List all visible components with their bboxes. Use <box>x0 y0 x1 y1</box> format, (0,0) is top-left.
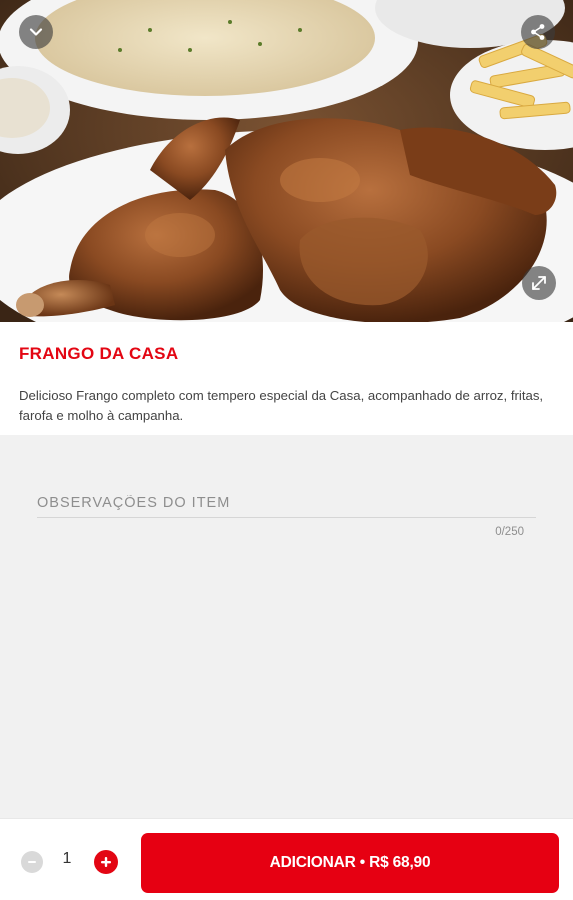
product-description: Delicioso Frango completo com tempero es… <box>19 388 544 423</box>
product-info: FRANGO DA CASA Delicioso Frango completo… <box>0 322 573 435</box>
collapse-button[interactable] <box>19 15 53 49</box>
increase-quantity-button[interactable] <box>94 850 118 874</box>
plus-icon <box>101 857 111 867</box>
observations-section: 0/250 <box>37 488 536 538</box>
quantity-value: 1 <box>62 850 72 867</box>
add-to-cart-bar: 1 ADICIONAR • R$ 68,90 <box>0 818 573 900</box>
product-title: FRANGO DA CASA <box>19 344 179 363</box>
minus-icon <box>28 861 36 863</box>
expand-icon <box>532 276 546 290</box>
chevron-down-icon <box>29 28 43 36</box>
expand-image-button[interactable] <box>522 266 556 300</box>
decrease-quantity-button[interactable] <box>21 851 43 873</box>
share-icon <box>531 24 545 40</box>
observations-input[interactable] <box>37 488 536 518</box>
add-to-cart-button[interactable]: ADICIONAR • R$ 68,90 <box>141 833 559 893</box>
share-button[interactable] <box>521 15 555 49</box>
product-photo-illustration <box>0 0 573 322</box>
product-photo <box>0 0 573 322</box>
observations-char-counter: 0/250 <box>495 526 524 538</box>
